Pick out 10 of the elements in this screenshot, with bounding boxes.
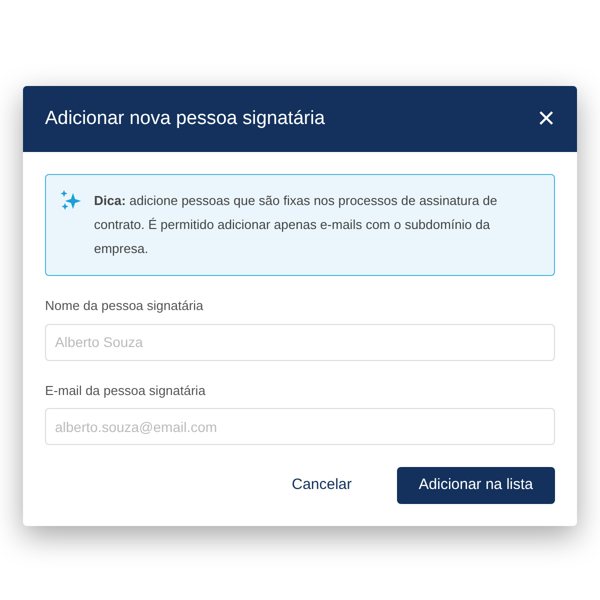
close-button[interactable]: × xyxy=(537,104,555,134)
cancel-button[interactable]: Cancelar xyxy=(292,474,352,497)
add-button[interactable]: Adicionar na lista xyxy=(396,467,555,504)
dialog-title: Adicionar nova pessoa signatária xyxy=(45,106,325,131)
input-field[interactable]: alberto.souza@email.com xyxy=(45,408,555,445)
input-field[interactable]: Alberto Souza xyxy=(45,324,555,360)
tip-text: Dica: adicione pessoas que são fixas nos processos de assinatura de contrato. É permitido adicionar apenas e-mails com o subdomínio da empresa. xyxy=(94,192,498,258)
field-label: Nome da pessoa signatária xyxy=(45,297,204,315)
field-label: E-mail da pessoa signatária xyxy=(45,382,206,400)
sparkles-icon xyxy=(60,189,82,211)
